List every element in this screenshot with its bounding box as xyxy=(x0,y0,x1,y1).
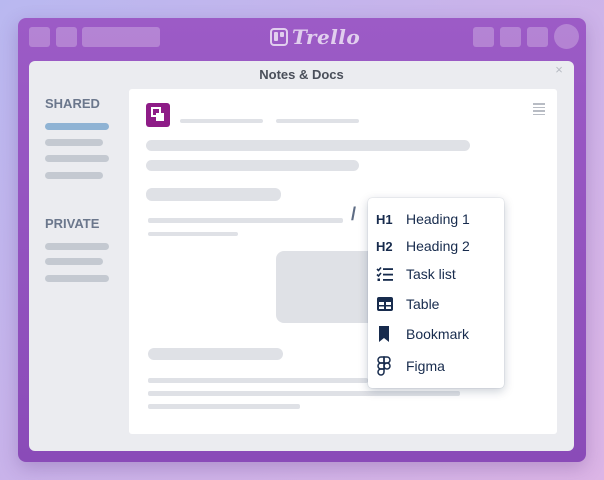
avatar[interactable] xyxy=(554,24,579,49)
text-placeholder xyxy=(148,391,460,396)
heading-2-icon: H2 xyxy=(376,238,393,254)
header-button[interactable] xyxy=(500,27,521,47)
sidebar-item-shared-1[interactable] xyxy=(45,123,109,130)
header-button[interactable] xyxy=(56,27,77,47)
sidebar-item-shared-4[interactable] xyxy=(45,172,103,179)
doc-meta-placeholder xyxy=(180,119,263,123)
sidebar-item-private-3[interactable] xyxy=(45,275,109,282)
text-placeholder xyxy=(148,404,300,409)
menu-item-label: Heading 2 xyxy=(406,238,470,254)
menu-item-heading-1[interactable]: H1 Heading 1 xyxy=(368,206,504,232)
section-label-private: PRIVATE xyxy=(45,216,100,231)
text-placeholder xyxy=(146,188,281,201)
modal-title: Notes & Docs xyxy=(259,67,344,82)
text-placeholder xyxy=(148,218,343,223)
doc-meta-placeholder xyxy=(276,119,359,123)
menu-item-label: Figma xyxy=(406,358,445,374)
sidebar-item-shared-2[interactable] xyxy=(45,139,103,146)
sidebar-item-shared-3[interactable] xyxy=(45,155,109,162)
menu-item-label: Bookmark xyxy=(406,326,470,342)
table-icon xyxy=(376,296,396,312)
menu-item-label: Heading 1 xyxy=(406,211,470,227)
menu-item-table[interactable]: Table xyxy=(368,291,504,317)
text-placeholder xyxy=(148,232,238,236)
trello-logo[interactable]: Trello xyxy=(270,25,361,49)
image-placeholder xyxy=(276,251,376,323)
doc-type-icon xyxy=(146,103,170,127)
header-button[interactable] xyxy=(29,27,50,47)
menu-item-label: Task list xyxy=(406,266,456,282)
heading-1-icon: H1 xyxy=(376,211,393,227)
header-search[interactable] xyxy=(82,27,160,47)
task-list-icon xyxy=(376,266,396,282)
figma-icon xyxy=(376,356,396,376)
logo-text: Trello xyxy=(292,25,361,49)
text-placeholder xyxy=(148,378,368,383)
menu-item-figma[interactable]: Figma xyxy=(368,353,504,379)
menu-item-task-list[interactable]: Task list xyxy=(368,261,504,287)
menu-icon[interactable] xyxy=(533,103,545,115)
slash-command-cursor: / xyxy=(351,204,357,224)
sidebar-item-private-2[interactable] xyxy=(45,258,103,265)
close-icon[interactable]: × xyxy=(553,63,565,77)
menu-item-label: Table xyxy=(406,296,440,312)
text-placeholder xyxy=(148,348,283,360)
menu-item-bookmark[interactable]: Bookmark xyxy=(368,321,504,347)
sidebar-item-private-1[interactable] xyxy=(45,243,109,250)
text-placeholder xyxy=(146,160,359,171)
slash-command-menu: H1 Heading 1 H2 Heading 2 Task list Tabl… xyxy=(368,198,504,388)
section-label-shared: SHARED xyxy=(45,96,100,111)
menu-item-heading-2[interactable]: H2 Heading 2 xyxy=(368,233,504,259)
header-button[interactable] xyxy=(527,27,548,47)
text-placeholder xyxy=(146,140,470,151)
bookmark-icon xyxy=(376,325,396,343)
header-button[interactable] xyxy=(473,27,494,47)
trello-board-icon xyxy=(270,28,288,46)
